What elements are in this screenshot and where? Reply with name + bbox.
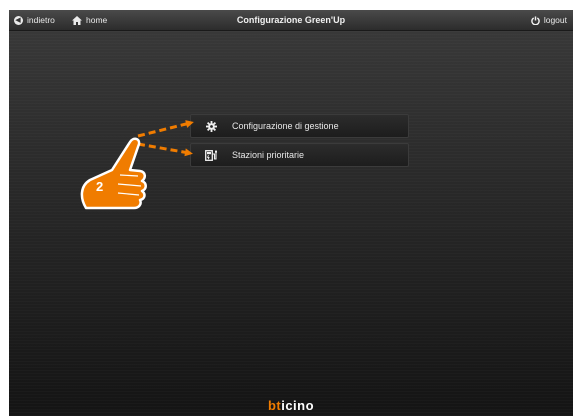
tutorial-annotation: 2 xyxy=(80,120,194,210)
pointing-hand-icon xyxy=(80,137,147,210)
arrow-to-stazioni xyxy=(137,142,193,157)
step-number: 2 xyxy=(96,179,103,194)
arrow-to-configurazione xyxy=(137,120,194,138)
